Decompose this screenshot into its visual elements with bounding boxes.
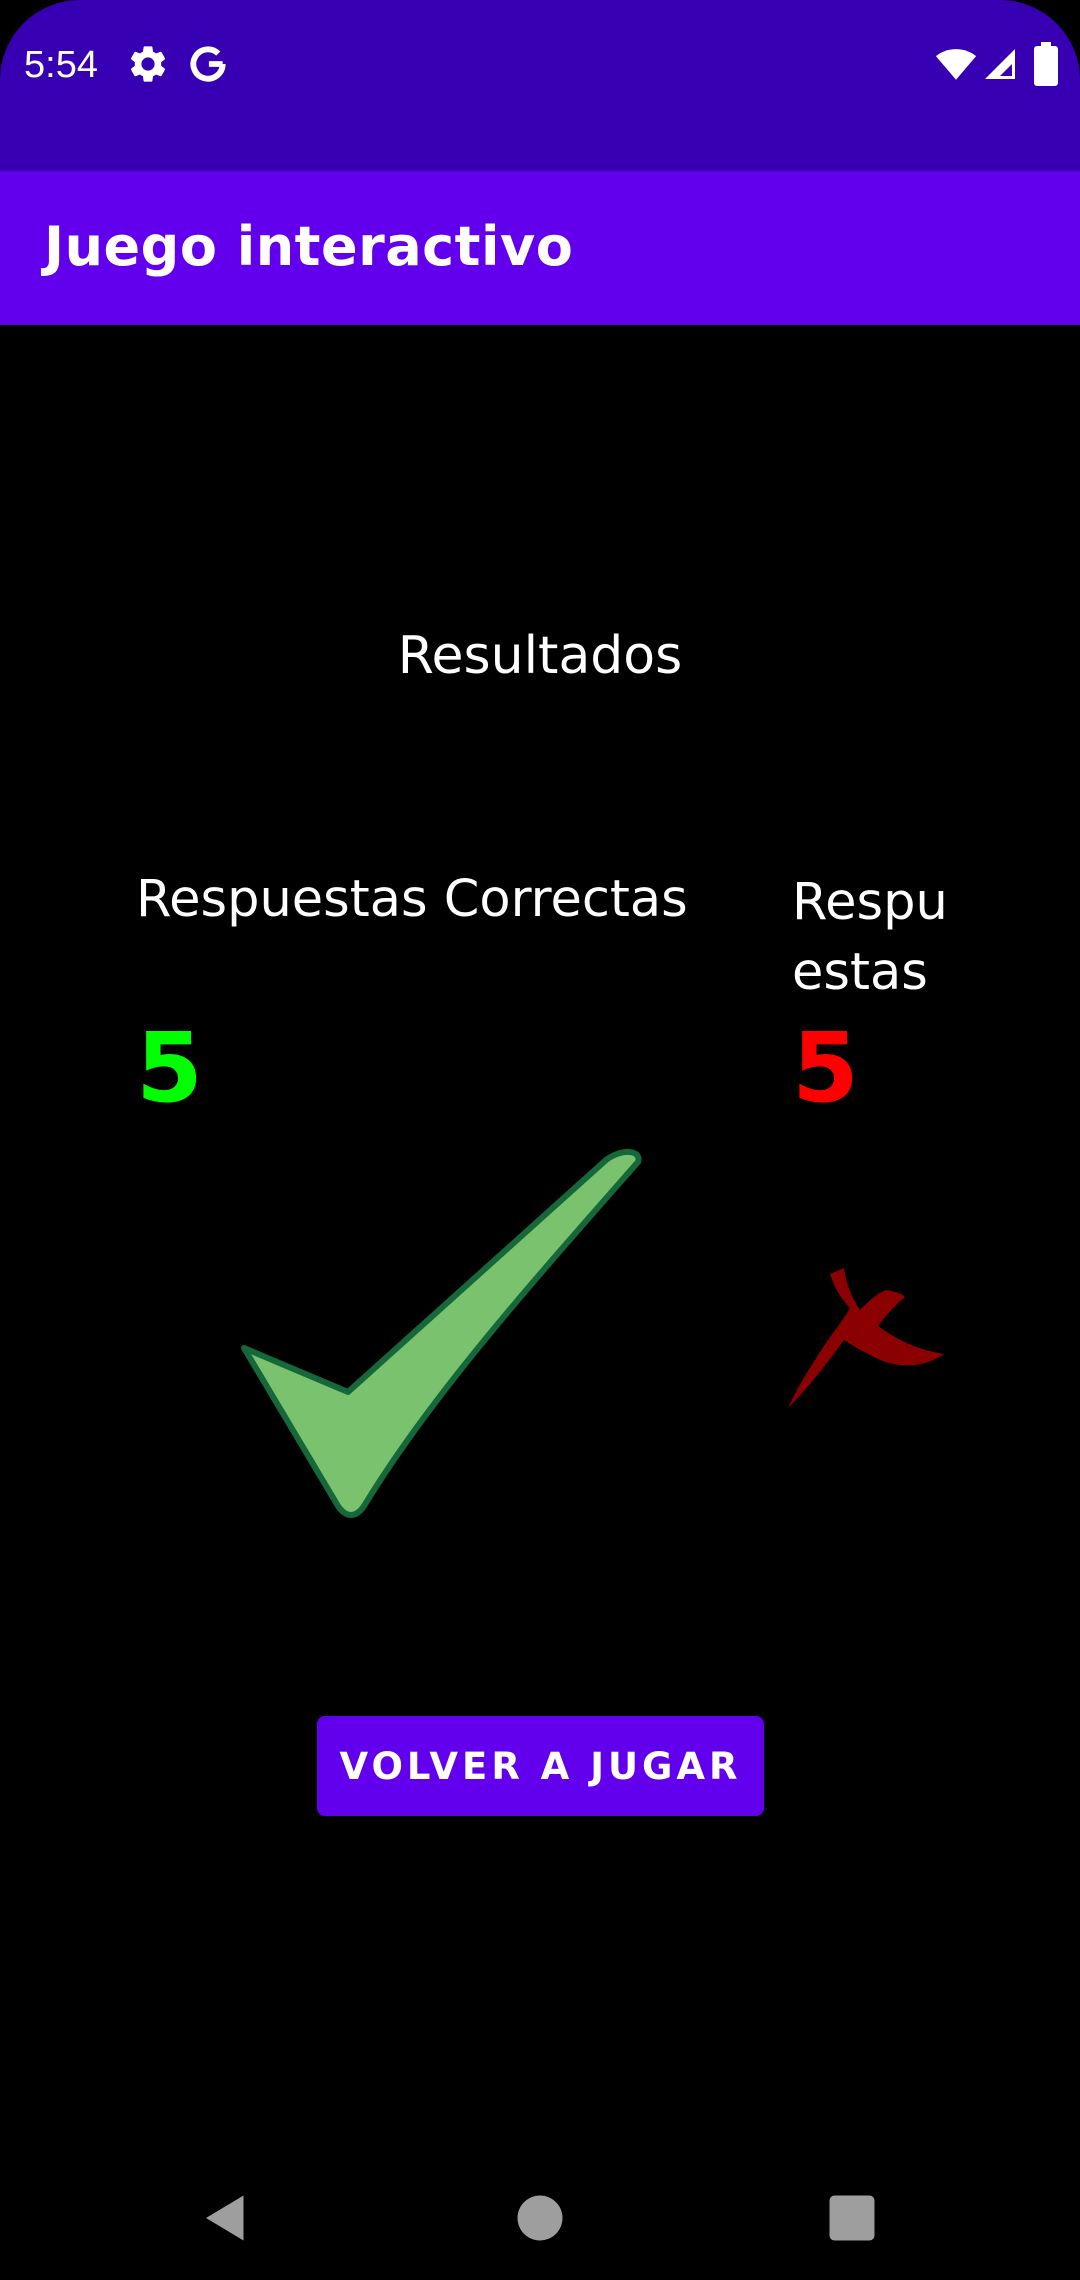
- cell-signal-icon: [982, 42, 1018, 86]
- status-bar: 5:54: [0, 0, 1080, 171]
- app-bar: Juego interactivo: [0, 171, 1080, 325]
- checkmark-icon: [236, 1140, 642, 1526]
- play-again-button[interactable]: VOLVER A JUGAR: [317, 1716, 764, 1816]
- gear-icon: [126, 42, 170, 86]
- results-title: Resultados: [397, 626, 683, 686]
- home-icon[interactable]: [510, 2188, 570, 2248]
- cross-icon: [788, 1268, 948, 1414]
- correct-answers-count: 5: [136, 1012, 203, 1124]
- navigation-bar: [0, 2150, 1080, 2280]
- incorrect-answers-label: Respuestas: [792, 873, 948, 1002]
- google-icon: [186, 42, 230, 86]
- phone-screen: 5:54 Juego interactivo Resultados Respue…: [0, 0, 1080, 2280]
- status-time: 5:54: [24, 44, 98, 86]
- recents-icon[interactable]: [822, 2188, 882, 2248]
- back-icon[interactable]: [196, 2188, 256, 2248]
- app-title: Juego interactivo: [44, 215, 574, 278]
- wifi-icon: [935, 42, 977, 86]
- battery-icon: [1034, 42, 1058, 86]
- incorrect-answers-count: 5: [792, 1012, 859, 1124]
- correct-answers-label: Respuestas Correctas: [136, 870, 688, 929]
